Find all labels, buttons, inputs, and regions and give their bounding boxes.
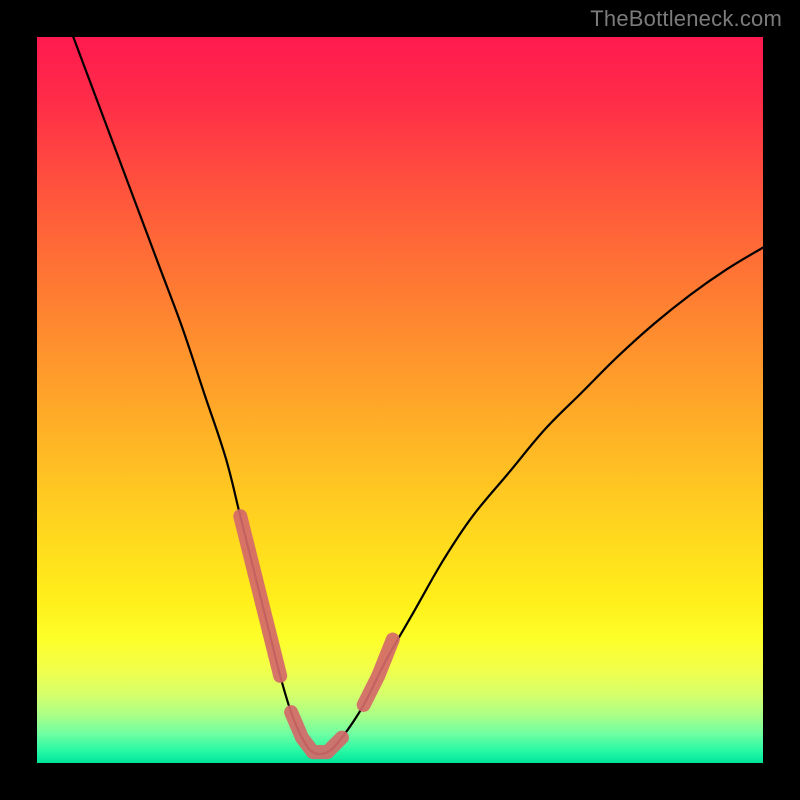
highlight-segments: [240, 516, 392, 752]
attribution-label: TheBottleneck.com: [590, 6, 782, 32]
bottleneck-curve: [73, 37, 763, 754]
chart-frame: TheBottleneck.com: [0, 0, 800, 800]
plot-area: [37, 37, 763, 763]
curve-layer: [37, 37, 763, 763]
